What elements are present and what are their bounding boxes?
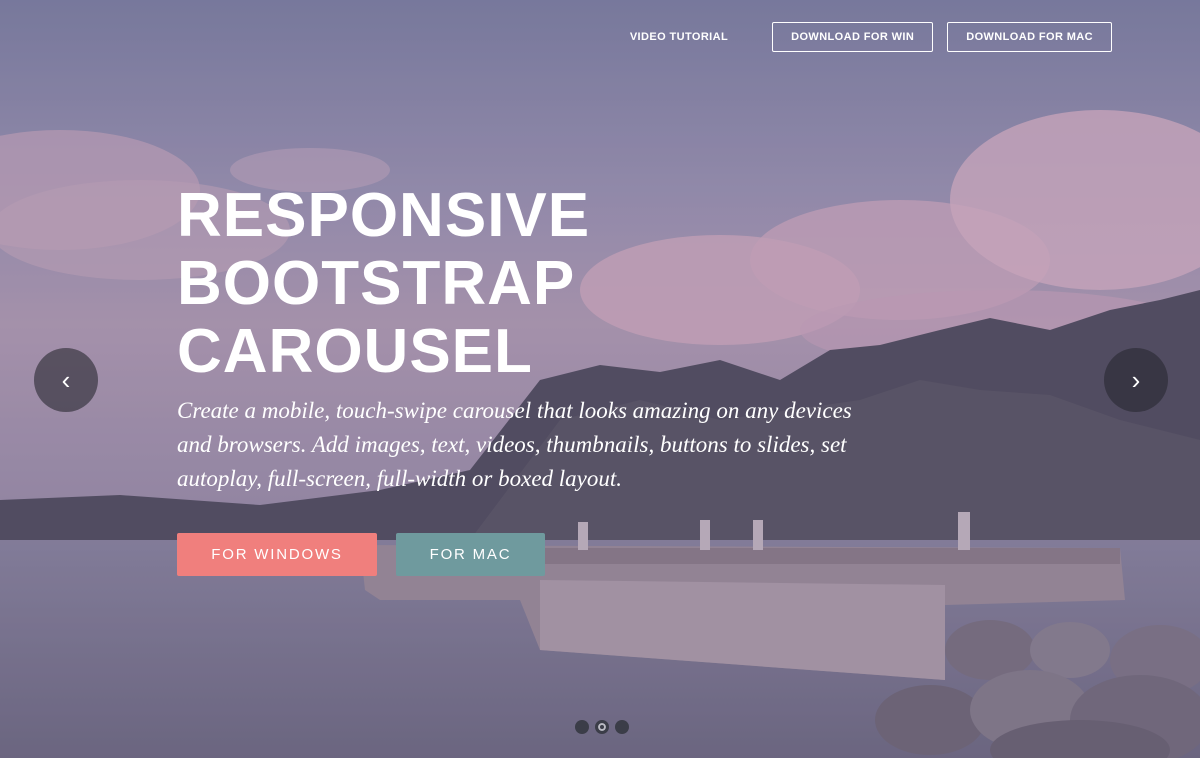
download-mac-button[interactable]: DOWNLOAD FOR MAC xyxy=(947,22,1112,52)
slide-caption: RESPONSIVE BOOTSTRAP CAROUSEL Create a m… xyxy=(177,182,877,576)
carousel-indicator-dot[interactable] xyxy=(575,720,589,734)
carousel-indicators xyxy=(575,720,629,734)
carousel-slide: VIDEO TUTORIAL DOWNLOAD FOR WIN DOWNLOAD… xyxy=(0,0,1200,758)
carousel-indicator-dot[interactable] xyxy=(595,720,609,734)
download-win-button[interactable]: DOWNLOAD FOR WIN xyxy=(772,22,934,52)
slide-title: RESPONSIVE BOOTSTRAP CAROUSEL xyxy=(177,181,591,386)
for-mac-button[interactable]: FOR MAC xyxy=(396,533,545,576)
cta-buttons: FOR WINDOWS FOR MAC xyxy=(177,533,877,576)
for-windows-button[interactable]: FOR WINDOWS xyxy=(177,533,377,576)
chevron-left-icon: ‹ xyxy=(61,364,71,395)
carousel-prev-button[interactable]: ‹ xyxy=(34,348,98,412)
carousel-next-button[interactable]: › xyxy=(1104,348,1168,412)
slide-subtitle: Create a mobile, touch-swipe carousel th… xyxy=(177,398,852,491)
top-navigation: VIDEO TUTORIAL DOWNLOAD FOR WIN DOWNLOAD… xyxy=(612,22,1112,52)
chevron-right-icon: › xyxy=(1131,364,1141,395)
video-tutorial-link[interactable]: VIDEO TUTORIAL xyxy=(612,22,746,52)
carousel-indicator-dot[interactable] xyxy=(615,720,629,734)
